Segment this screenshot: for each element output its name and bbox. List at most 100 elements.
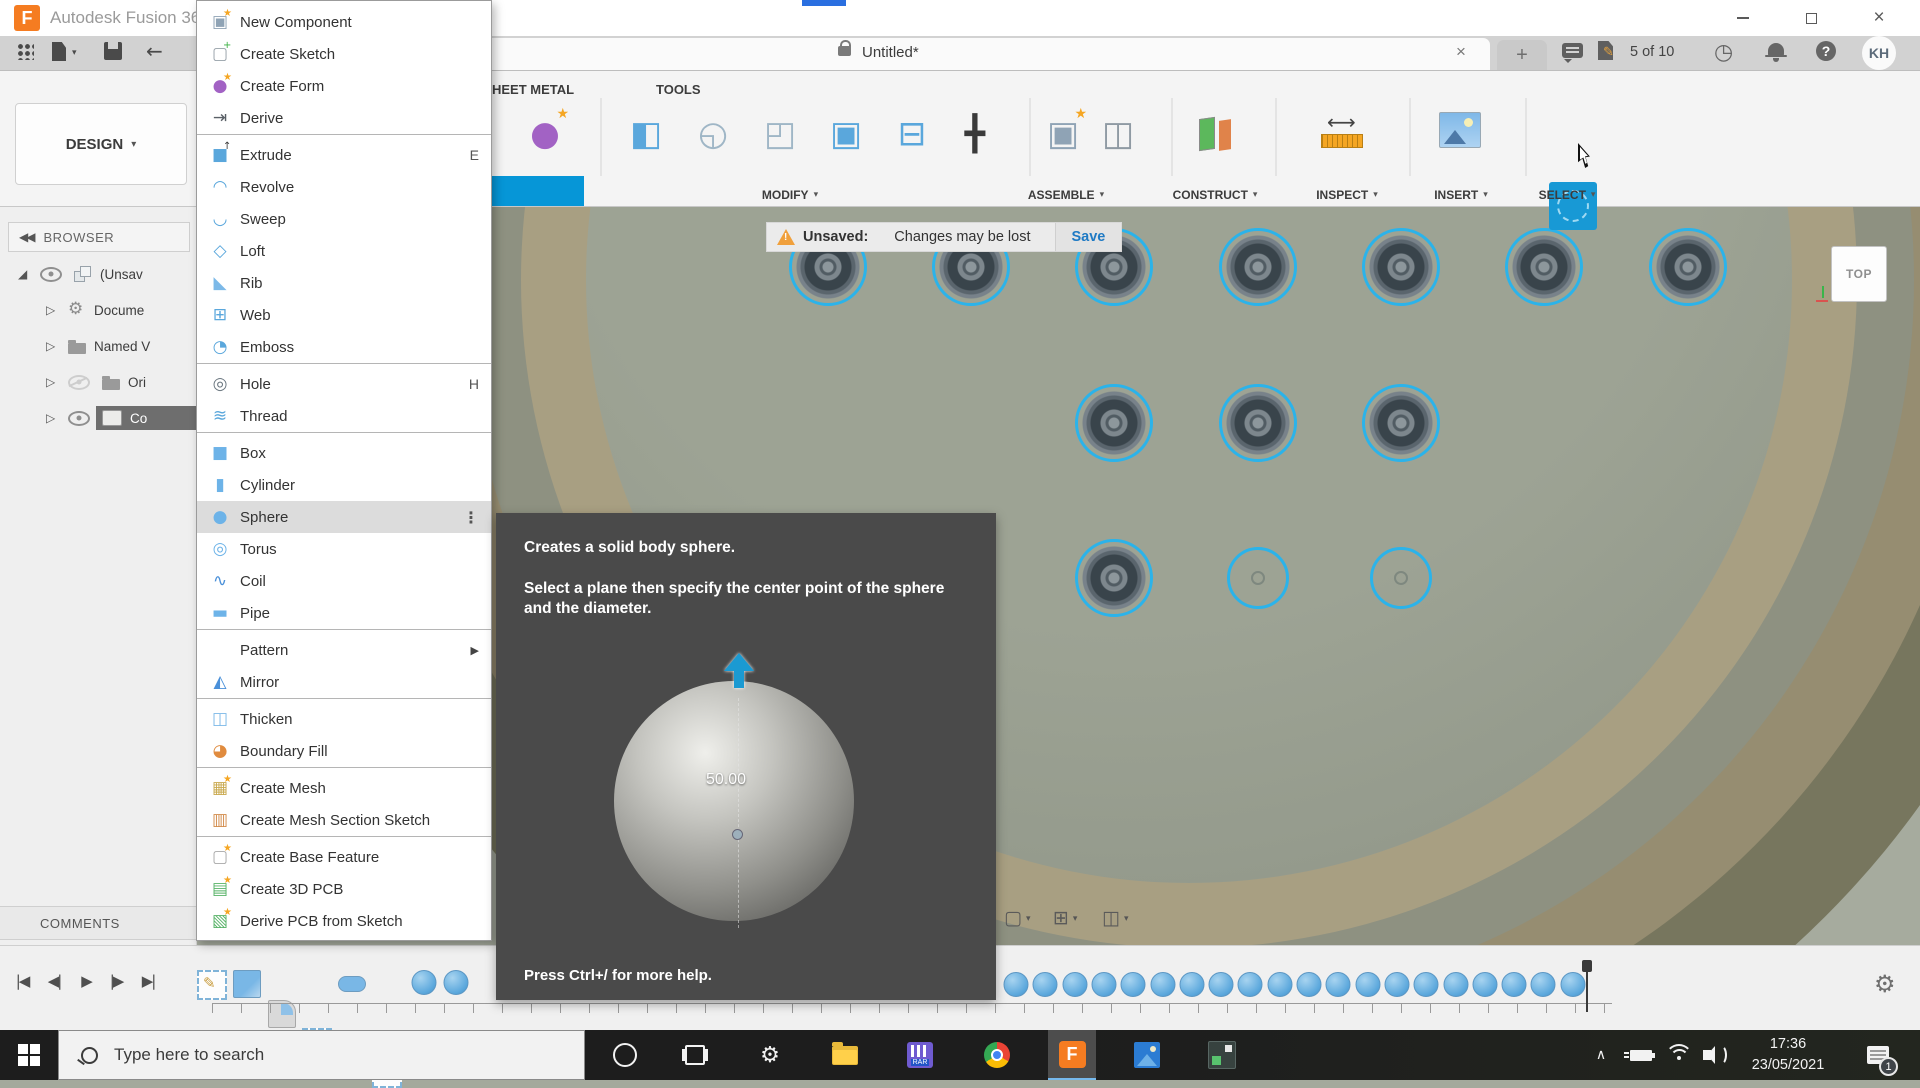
settings-gear-icon[interactable]: ⚙ — [746, 1030, 794, 1080]
tray-expand-icon[interactable]: ∧ — [1588, 1030, 1614, 1080]
start-button[interactable] — [0, 1030, 58, 1080]
job-status-count[interactable]: 5 of 10 — [1630, 44, 1674, 60]
ribbon-group-dropdown[interactable]: CONSTRUCT ▾ — [1173, 188, 1258, 202]
menu-item[interactable]: ∿ Coil — [197, 565, 491, 597]
ribbon-tool-button[interactable] — [1439, 112, 1481, 148]
file-explorer-icon[interactable] — [821, 1030, 869, 1080]
new-document-tab-button[interactable]: + — [1497, 40, 1547, 70]
cortana-icon[interactable] — [601, 1030, 649, 1080]
timeline-sphere-feature[interactable] — [1560, 972, 1585, 997]
timeline-sphere-feature[interactable] — [1179, 972, 1204, 997]
timeline-sphere-feature[interactable] — [1004, 972, 1029, 997]
menu-item[interactable]: ◎ Hole H — [197, 368, 491, 400]
timeline-sphere-feature[interactable] — [1355, 972, 1380, 997]
chrome-icon[interactable] — [973, 1030, 1021, 1080]
model-hole[interactable] — [1370, 547, 1432, 609]
menu-item[interactable]: ▧ ★ Derive PCB from Sketch — [197, 905, 491, 937]
ribbon-tab[interactable]: TOOLS — [656, 82, 701, 97]
ribbon-group-dropdown[interactable]: INSPECT ▾ — [1316, 188, 1378, 202]
viewcube[interactable]: TOP — [1831, 246, 1887, 302]
model-hole[interactable] — [1369, 391, 1433, 455]
ribbon-tool-button[interactable]: ● — [523, 112, 567, 156]
model-hole[interactable] — [1082, 391, 1146, 455]
model-hole[interactable] — [1227, 547, 1289, 609]
model-hole[interactable] — [1369, 235, 1433, 299]
timeline-sphere-feature[interactable] — [1267, 972, 1292, 997]
timeline-sphere-feature[interactable] — [1209, 972, 1234, 997]
expander-icon[interactable]: ▷ — [46, 303, 62, 317]
undo-icon[interactable]: ← — [146, 39, 163, 63]
model-hole[interactable] — [1082, 546, 1146, 610]
menu-item[interactable]: ◎ Torus — [197, 533, 491, 565]
menu-item[interactable]: ● Sphere ⋮ — [197, 501, 491, 533]
app-icon[interactable] — [1198, 1030, 1246, 1080]
create-menu-highlight[interactable] — [490, 176, 584, 206]
timeline-sphere-feature[interactable] — [1297, 972, 1322, 997]
battery-icon[interactable] — [1624, 1030, 1658, 1080]
fusion-360-taskbar-icon[interactable]: F — [1048, 1030, 1096, 1080]
browser-header[interactable]: ◀◀ BROWSER — [8, 222, 190, 252]
menu-item[interactable]: ◔ Emboss — [197, 331, 491, 364]
app-grid-icon[interactable] — [16, 42, 34, 60]
timeline-sphere-feature[interactable] — [1150, 972, 1175, 997]
ribbon-tool-button[interactable] — [1319, 112, 1363, 156]
menu-item-options-icon[interactable]: ⋮ — [463, 508, 479, 527]
menu-item[interactable]: ◭ Mirror — [197, 666, 491, 699]
ribbon-tool-button[interactable] — [1172, 98, 1173, 176]
menu-item[interactable]: ▤ ★ Create 3D PCB — [197, 873, 491, 905]
timeline-sphere-feature[interactable] — [1502, 972, 1527, 997]
save-button[interactable]: Save — [1055, 223, 1122, 251]
menu-item[interactable]: ◫ Thicken — [197, 703, 491, 735]
expander-icon[interactable]: ▷ — [46, 411, 62, 425]
menu-item[interactable]: ◠ Revolve — [197, 171, 491, 203]
timeline-sphere-feature[interactable] — [1384, 972, 1409, 997]
ribbon-tool-button[interactable]: ⊟ — [890, 112, 934, 156]
visibility-eye-icon[interactable] — [40, 267, 62, 282]
ribbon-group-dropdown[interactable]: ASSEMBLE ▾ — [1028, 188, 1104, 202]
timeline-feature-icon[interactable] — [444, 970, 469, 995]
timeline-settings-gear-icon[interactable]: ⚙ — [1874, 970, 1896, 998]
expander-icon[interactable]: ▷ — [46, 375, 62, 389]
timeline-sphere-feature[interactable] — [1091, 972, 1116, 997]
browser-tree-row[interactable]: ▷ Docume — [0, 292, 196, 328]
menu-item[interactable]: ▬ Pipe — [197, 597, 491, 630]
viewports-button[interactable]: ◫ ▾ — [1102, 909, 1128, 928]
menu-item[interactable]: ▢ + Create Sketch — [197, 38, 491, 70]
menu-item[interactable]: ◇ Loft — [197, 235, 491, 267]
timeline-playback-button[interactable]: |◀ — [16, 972, 29, 990]
timeline-sphere-feature[interactable] — [1238, 972, 1263, 997]
timeline-feature-icon[interactable] — [197, 970, 227, 1000]
model-hole[interactable] — [1226, 391, 1290, 455]
comments-icon[interactable] — [1562, 43, 1583, 58]
timeline-sphere-feature[interactable] — [1121, 972, 1146, 997]
timeline-playback-button[interactable]: ▶ — [81, 972, 91, 990]
browser-tree-row[interactable]: ▷ Named V — [0, 328, 196, 364]
comments-bar[interactable]: COMMENTS — [0, 906, 196, 940]
menu-item[interactable]: ● ★ Create Form — [197, 70, 491, 102]
timeline-sphere-feature[interactable] — [1033, 972, 1058, 997]
menu-item[interactable]: ▮ Cylinder — [197, 469, 491, 501]
timeline-sphere-feature[interactable] — [1414, 972, 1439, 997]
ribbon-tab[interactable]: HEET METAL — [492, 82, 574, 97]
avatar[interactable]: KH — [1862, 36, 1896, 70]
ribbon-tool-button[interactable] — [1030, 98, 1031, 176]
taskbar-clock[interactable]: 17:36 23/05/2021 — [1738, 1030, 1838, 1080]
job-status-icon[interactable] — [1598, 41, 1613, 60]
ribbon-tool-button[interactable]: ▣ — [824, 112, 868, 156]
ribbon-tool-button[interactable]: ◫ — [1096, 112, 1140, 156]
volume-icon[interactable] — [1698, 1030, 1732, 1080]
timeline-playback-button[interactable]: |▶ — [110, 972, 123, 990]
ribbon-tool-button[interactable] — [601, 98, 602, 176]
restore-button[interactable] — [1800, 10, 1822, 26]
model-hole[interactable] — [1656, 235, 1720, 299]
menu-item[interactable]: ≋ Thread — [197, 400, 491, 433]
timeline-sphere-feature[interactable] — [1443, 972, 1468, 997]
menu-item[interactable]: Pattern ▶ — [197, 634, 491, 666]
ribbon-tool-button[interactable] — [1526, 98, 1527, 176]
search-input[interactable] — [112, 1044, 536, 1066]
model-hole[interactable] — [1226, 235, 1290, 299]
timeline-playback-button[interactable]: ◀| — [48, 972, 61, 990]
timeline-playback-button[interactable]: ▶| — [142, 972, 155, 990]
taskbar-search[interactable] — [58, 1030, 585, 1080]
collapse-panel-icon[interactable]: ◀◀ — [19, 230, 33, 244]
